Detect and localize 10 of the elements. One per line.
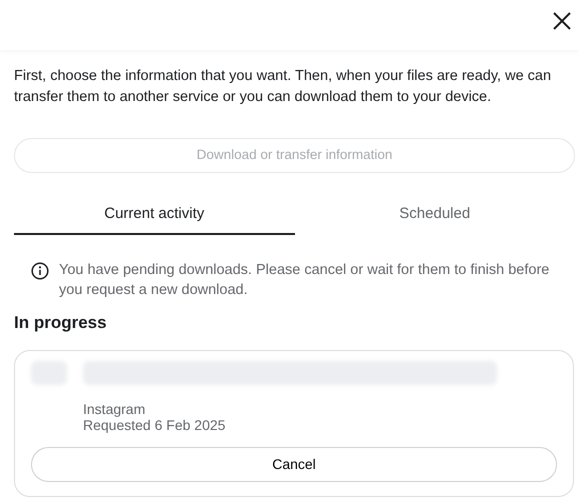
intro-text: First, choose the information that you want. Then, when your files are ready, we can transfer them to another service or you can download them to your device. xyxy=(13,67,552,108)
cancel-button[interactable]: Cancel xyxy=(31,447,557,482)
notice-text: You have pending downloads. Please cancel or wait for them to finish before you request a new download. xyxy=(59,260,550,300)
app-name: Instagram xyxy=(83,400,146,418)
request-date: Requested 6 Feb 2025 xyxy=(83,417,226,434)
info-icon xyxy=(31,262,49,280)
tab[interactable]: Current activity xyxy=(14,197,294,235)
tab[interactable]: Scheduled xyxy=(294,197,575,235)
close-icon xyxy=(552,11,572,31)
section-title: In progress xyxy=(14,312,108,334)
